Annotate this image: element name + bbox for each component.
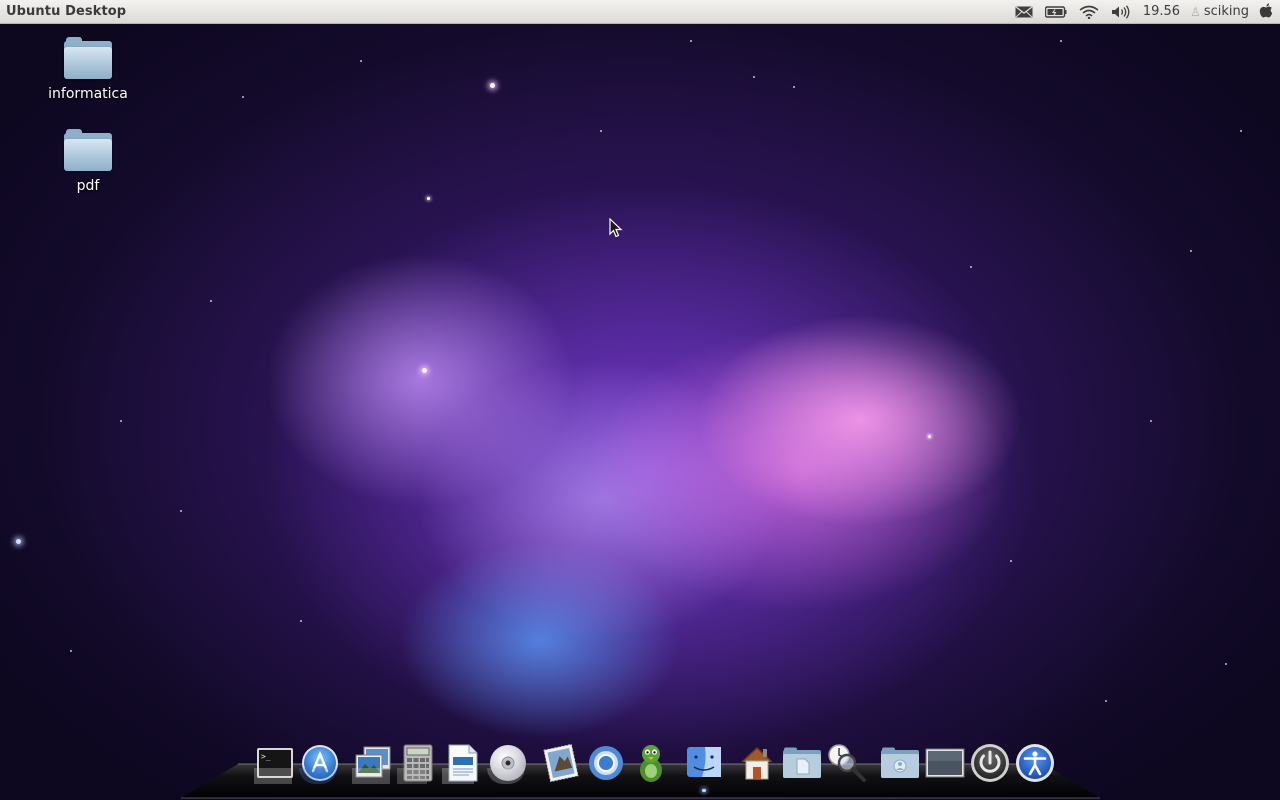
home-icon	[741, 746, 773, 780]
dock-item-accessibility[interactable]	[1014, 742, 1056, 784]
star	[1105, 700, 1107, 702]
screen-icon	[925, 748, 965, 778]
star	[1225, 663, 1227, 665]
apple-icon[interactable]	[1257, 0, 1280, 24]
star	[422, 368, 427, 373]
clock[interactable]: 19.56	[1137, 0, 1188, 24]
star	[1240, 130, 1242, 132]
star	[600, 130, 602, 132]
desktop-icon-pdf[interactable]: pdf	[38, 129, 138, 194]
star	[970, 266, 972, 268]
star	[427, 197, 430, 200]
volume-icon[interactable]	[1105, 0, 1137, 24]
indicator-area: 19.56 ♙ sciking	[1009, 0, 1280, 24]
accessibility-icon	[1016, 744, 1054, 782]
folder-icon	[64, 37, 112, 79]
star	[753, 76, 755, 78]
documents-folder-icon	[783, 747, 821, 778]
dock-item-screen[interactable]	[924, 742, 966, 784]
star	[1150, 420, 1152, 422]
dock-item-finder[interactable]	[683, 742, 725, 792]
user-name: sciking	[1203, 4, 1249, 19]
star	[180, 510, 182, 512]
chromium-icon	[589, 746, 623, 780]
dock-item-home[interactable]	[736, 742, 778, 784]
reflection-tile	[352, 768, 390, 784]
star	[793, 86, 795, 88]
reflection-tile	[254, 768, 292, 784]
reflection-tile	[299, 768, 337, 784]
desktop[interactable]: Ubuntu Desktop 19.56 ♙ sciking informati…	[0, 0, 1280, 800]
reflection-tile	[442, 768, 474, 784]
desktop-icon-label: informatica	[48, 86, 128, 102]
mouse-pointer-icon	[609, 218, 623, 238]
user-icon: ♙	[1190, 4, 1201, 19]
wifi-icon[interactable]	[1073, 0, 1105, 24]
star	[300, 620, 302, 622]
dock-item-clock-search[interactable]	[826, 742, 868, 784]
folder-icon	[64, 129, 112, 171]
svg-text:>_: >_	[261, 752, 271, 761]
finder-icon	[687, 747, 721, 777]
dock-reflection	[254, 768, 540, 784]
reflection-tile	[487, 768, 525, 784]
running-indicator	[702, 789, 706, 792]
star	[120, 420, 122, 422]
star	[210, 300, 212, 302]
star	[70, 650, 72, 652]
star	[1190, 250, 1192, 252]
star	[690, 40, 692, 42]
mail-icon[interactable]	[1009, 0, 1039, 24]
user-indicator[interactable]: ♙ sciking	[1188, 0, 1257, 24]
reflection-tile	[397, 768, 427, 784]
power-icon	[971, 744, 1009, 782]
dock-item-documents-folder[interactable]	[781, 742, 823, 784]
battery-icon[interactable]	[1039, 0, 1073, 24]
desktop-icon-informatica[interactable]: informatica	[38, 37, 138, 102]
clock-search-icon	[828, 744, 866, 782]
top-panel: Ubuntu Desktop 19.56 ♙ sciking	[0, 0, 1280, 24]
mail-stamp-icon	[543, 744, 579, 782]
star	[360, 60, 362, 62]
pidgin-icon	[640, 745, 662, 782]
star	[928, 435, 931, 438]
star	[490, 83, 495, 88]
desktop-icon-label: pdf	[76, 178, 100, 194]
star	[242, 96, 244, 98]
dock-item-user-folder[interactable]	[879, 742, 921, 784]
dock-item-mail[interactable]	[540, 742, 582, 784]
star	[1060, 40, 1062, 42]
dock-item-power[interactable]	[969, 742, 1011, 784]
dock-item-pidgin[interactable]	[630, 742, 672, 784]
dock-item-chromium[interactable]	[585, 742, 627, 784]
app-title: Ubuntu Desktop	[6, 4, 127, 19]
star	[16, 539, 21, 544]
user-folder-icon	[881, 747, 919, 778]
star	[1010, 560, 1012, 562]
